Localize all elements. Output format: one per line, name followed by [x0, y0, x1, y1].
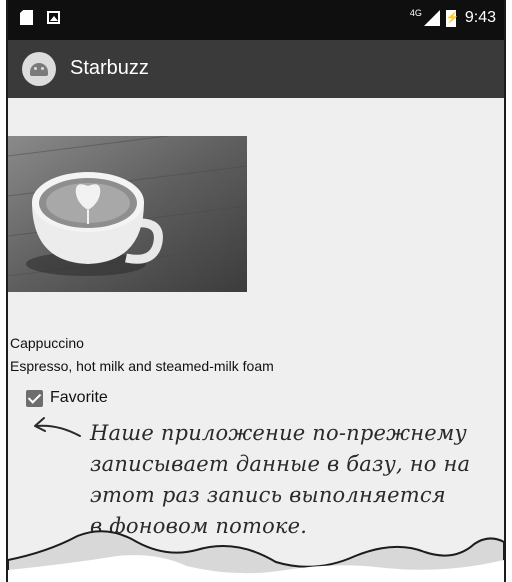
network-type: 4G: [409, 8, 422, 18]
annotation-line: записывает данные в базу, но на: [90, 452, 471, 476]
checkbox-checked-icon[interactable]: [26, 389, 43, 407]
status-time: 9:43: [464, 9, 496, 26]
image-notification-icon: [47, 11, 60, 24]
app-bar: Starbuzz: [8, 40, 504, 98]
status-right: 4G 9:43: [409, 8, 496, 27]
phone-screen: 4G 9:43 Starbuzz: [6, 0, 506, 582]
sd-card-icon: [20, 10, 33, 25]
status-left: [20, 10, 60, 25]
drink-name: Cappuccino: [10, 335, 84, 351]
annotation-line: Наше приложение по-прежнему: [90, 421, 467, 445]
arrow-annotation-icon: [34, 417, 81, 437]
drink-description: Espresso, hot milk and steamed-milk foam: [10, 358, 274, 374]
torn-edge-decoration: [8, 530, 504, 582]
favorite-checkbox[interactable]: Favorite: [26, 389, 108, 407]
favorite-label: Favorite: [50, 389, 108, 406]
status-bar: 4G 9:43: [8, 0, 504, 40]
battery-charging-icon: [445, 9, 460, 27]
annotation-line: этот раз запись выполняется: [90, 483, 446, 507]
app-title: Starbuzz: [70, 57, 149, 79]
signal-icon: [423, 10, 440, 26]
android-app-icon: [22, 52, 56, 86]
cappuccino-image: [8, 136, 247, 292]
